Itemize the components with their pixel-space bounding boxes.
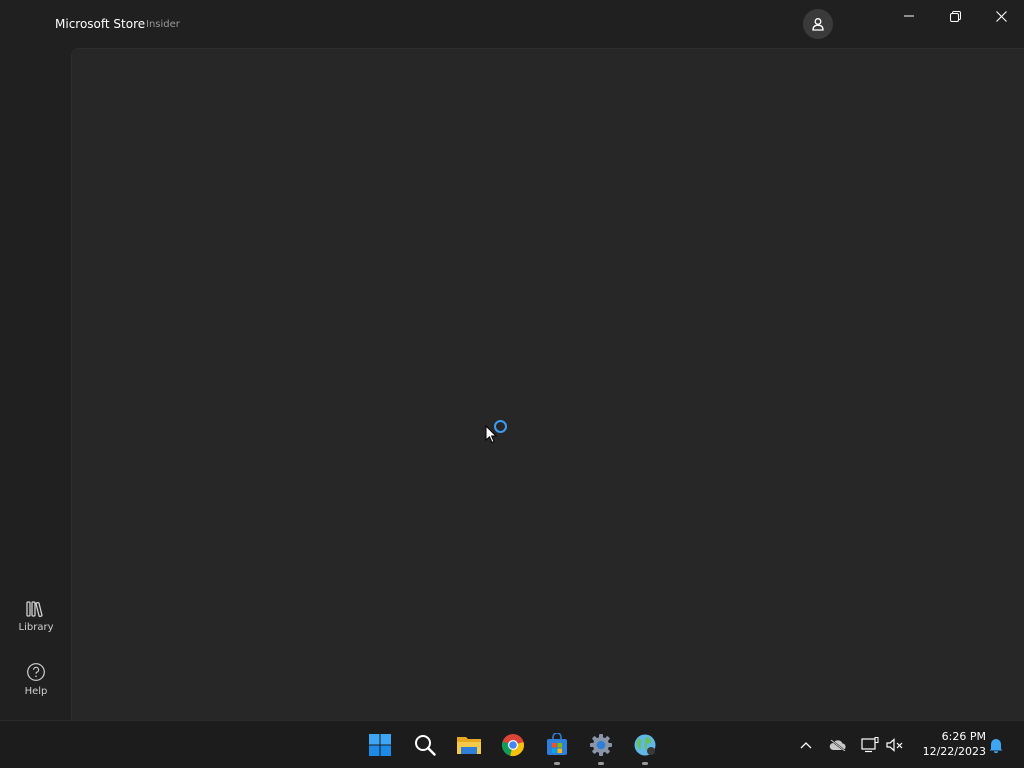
notification-center-button[interactable]	[986, 735, 1006, 755]
app-title: Microsoft Store	[55, 17, 146, 31]
network-tray-button[interactable]	[860, 735, 880, 755]
restore-icon	[949, 10, 961, 22]
taskbar-start-button[interactable]	[364, 729, 396, 761]
taskbar-clock[interactable]: 6:26 PM 12/22/2023	[914, 729, 986, 759]
onedrive-tray-button[interactable]	[828, 735, 848, 755]
taskbar-chrome[interactable]	[497, 729, 529, 761]
person-icon	[812, 18, 824, 31]
insider-badge: Insider	[146, 19, 180, 30]
store-window: Microsoft Store Insider Library Help	[0, 0, 1024, 720]
search-icon	[415, 735, 436, 756]
taskbar-file-explorer[interactable]	[453, 729, 485, 761]
folder-icon	[457, 737, 481, 754]
taskbar-microsoft-store[interactable]	[541, 729, 573, 765]
settings-gear-icon	[590, 734, 612, 756]
taskbar: 6:26 PM 12/22/2023	[0, 720, 1024, 768]
chrome-icon	[501, 734, 524, 756]
sidebar-item-library[interactable]: Library	[8, 600, 64, 652]
taskbar-search-button[interactable]	[409, 729, 441, 761]
account-button[interactable]	[803, 9, 833, 39]
onedrive-offline-icon	[829, 739, 846, 751]
store-icon	[547, 733, 567, 755]
title-bar: Microsoft Store Insider	[0, 0, 1024, 48]
mouse-pointer-icon	[485, 425, 497, 444]
taskbar-network-app[interactable]	[629, 729, 661, 765]
running-indicator	[598, 762, 604, 765]
volume-muted-icon	[886, 738, 903, 752]
clock-date: 12/22/2023	[922, 745, 986, 758]
close-icon	[995, 10, 1007, 22]
sidebar-item-help[interactable]: Help	[8, 662, 64, 714]
show-hidden-icons-button[interactable]	[796, 735, 816, 755]
library-icon	[26, 601, 43, 618]
restore-button[interactable]	[932, 0, 978, 32]
globe-icon	[634, 734, 656, 756]
navigation-sidebar: Library Help	[0, 48, 71, 720]
main-content-area	[71, 48, 1024, 720]
notification-bell-icon	[989, 739, 1003, 753]
help-icon	[27, 663, 45, 681]
volume-tray-button[interactable]	[885, 735, 905, 755]
taskbar-settings[interactable]	[585, 729, 617, 765]
running-indicator	[642, 762, 648, 765]
sidebar-item-label: Library	[18, 622, 54, 633]
close-button[interactable]	[978, 0, 1024, 32]
clock-time: 6:26 PM	[941, 730, 986, 743]
chevron-up-icon	[800, 742, 812, 749]
network-icon	[861, 737, 879, 753]
windows-start-icon	[369, 734, 391, 756]
running-indicator	[554, 762, 560, 765]
minimize-button[interactable]	[886, 0, 932, 32]
minimize-icon	[904, 15, 914, 17]
sidebar-item-label: Help	[24, 686, 48, 697]
